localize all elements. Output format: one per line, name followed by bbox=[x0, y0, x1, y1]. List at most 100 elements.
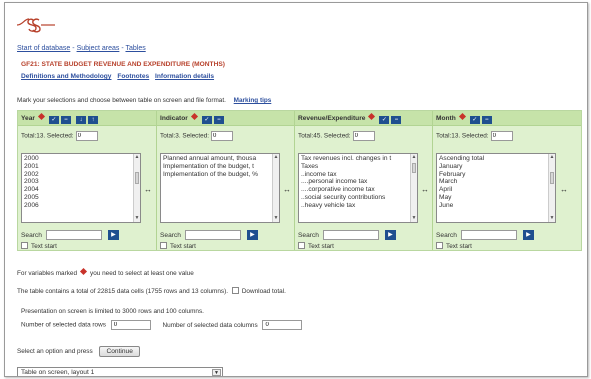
select-all-icon[interactable]: ✓ bbox=[469, 116, 480, 124]
list-item[interactable]: June bbox=[439, 202, 553, 210]
resize-arrows-icon[interactable]: ↔ bbox=[144, 185, 152, 194]
scrollbar[interactable]: ▲ ▼ bbox=[410, 154, 417, 222]
deselect-all-icon[interactable]: − bbox=[391, 116, 402, 124]
definitions-link[interactable]: Definitions and Methodology bbox=[21, 73, 111, 80]
text-start-checkbox[interactable] bbox=[298, 242, 305, 249]
list-item[interactable]: ....personal income tax bbox=[301, 178, 415, 186]
download-total-checkbox[interactable] bbox=[231, 287, 239, 294]
list-item[interactable]: ..heavy vehicle tax bbox=[301, 202, 415, 210]
text-start-label: Text start bbox=[308, 243, 334, 250]
scrollbar[interactable]: ▲ ▼ bbox=[272, 154, 279, 222]
instruction-text: Mark your selections and choose between … bbox=[17, 97, 226, 104]
text-start-checkbox[interactable] bbox=[160, 242, 167, 249]
search-go-icon[interactable]: ▶ bbox=[246, 230, 258, 240]
scroll-up-icon[interactable]: ▲ bbox=[549, 154, 555, 161]
text-start-option[interactable]: Text start bbox=[436, 242, 472, 250]
list-item[interactable]: 2004 bbox=[24, 186, 138, 194]
selection-count: Total:13. Selected: bbox=[436, 131, 513, 141]
scroll-up-icon[interactable]: ▲ bbox=[411, 154, 417, 161]
required-marker-icon bbox=[190, 112, 198, 121]
search-go-icon[interactable]: ▶ bbox=[384, 230, 396, 240]
resize-arrows-icon[interactable]: ↔ bbox=[560, 185, 568, 194]
list-item[interactable]: 2000 bbox=[24, 155, 138, 163]
sort-ascending-icon[interactable]: ↑ bbox=[87, 116, 98, 124]
search-go-icon[interactable]: ▶ bbox=[522, 230, 534, 240]
search-label: Search bbox=[21, 231, 42, 239]
marking-tips-link[interactable]: Marking tips bbox=[234, 97, 272, 104]
selected-count-field[interactable] bbox=[490, 131, 513, 141]
text-start-checkbox[interactable] bbox=[21, 242, 28, 249]
scrollbar[interactable]: ▲ ▼ bbox=[548, 154, 555, 222]
scrollbar[interactable]: ▲ ▼ bbox=[133, 154, 140, 222]
list-item[interactable]: 2001 bbox=[24, 163, 138, 171]
list-item[interactable]: Tax revenues incl. changes in t bbox=[301, 155, 415, 163]
deselect-all-icon[interactable]: − bbox=[60, 116, 71, 124]
selected-count-field[interactable] bbox=[211, 131, 234, 141]
select-all-icon[interactable]: ✓ bbox=[48, 116, 59, 124]
selected-rows-field[interactable] bbox=[110, 320, 151, 330]
breadcrumb-tables[interactable]: Tables bbox=[125, 45, 145, 52]
list-item[interactable]: Taxes bbox=[301, 163, 415, 171]
text-start-checkbox[interactable] bbox=[436, 242, 443, 249]
selected-columns-field[interactable] bbox=[262, 320, 303, 330]
output-format-select[interactable]: Table on screen, layout 1 ▼ bbox=[17, 367, 223, 376]
scroll-thumb[interactable] bbox=[550, 172, 554, 184]
text-start-option[interactable]: Text start bbox=[298, 242, 334, 250]
list-item[interactable]: Ascending total bbox=[439, 155, 553, 163]
breadcrumb-subject-areas[interactable]: Subject areas bbox=[77, 45, 120, 52]
search-input[interactable] bbox=[184, 230, 241, 240]
deselect-all-icon[interactable]: − bbox=[481, 116, 492, 124]
resize-arrows-icon[interactable]: ↔ bbox=[421, 185, 429, 194]
list-item[interactable]: January bbox=[439, 163, 553, 171]
scroll-thumb[interactable] bbox=[135, 172, 139, 184]
list-item[interactable]: Planned annual amount, thousa bbox=[163, 155, 277, 163]
scroll-thumb[interactable] bbox=[412, 163, 416, 173]
list-item[interactable]: May bbox=[439, 194, 553, 202]
information-details-link[interactable]: Information details bbox=[155, 73, 214, 80]
select-all-icon[interactable]: ✓ bbox=[201, 116, 212, 124]
list-item[interactable]: Implementation of the budget, t bbox=[163, 163, 277, 171]
deselect-all-icon[interactable]: − bbox=[213, 116, 224, 124]
list-item[interactable]: April bbox=[439, 186, 553, 194]
variable-name: Revenue/Expenditure bbox=[298, 115, 366, 122]
list-item[interactable]: ....corporative income tax bbox=[301, 186, 415, 194]
value-listbox[interactable]: Tax revenues incl. changes in t Taxes ..… bbox=[298, 153, 418, 223]
list-item[interactable]: February bbox=[439, 171, 553, 179]
chevron-down-icon[interactable]: ▼ bbox=[212, 369, 221, 376]
search-input[interactable] bbox=[322, 230, 379, 240]
scroll-up-icon[interactable]: ▲ bbox=[273, 154, 279, 161]
list-item[interactable]: 2006 bbox=[24, 202, 138, 210]
list-item[interactable]: 2005 bbox=[24, 194, 138, 202]
sort-descending-icon[interactable]: ↓ bbox=[75, 116, 86, 124]
list-item[interactable]: 2003 bbox=[24, 178, 138, 186]
selected-count-field[interactable] bbox=[352, 131, 375, 141]
text-start-option[interactable]: Text start bbox=[21, 242, 57, 250]
scroll-down-icon[interactable]: ▼ bbox=[411, 215, 417, 222]
list-item[interactable]: ..social security contributions bbox=[301, 194, 415, 202]
value-listbox[interactable]: 2000 2001 2002 2003 2004 2005 2006 ▲ ▼ bbox=[21, 153, 141, 223]
scroll-down-icon[interactable]: ▼ bbox=[134, 215, 140, 222]
scroll-up-icon[interactable]: ▲ bbox=[134, 154, 140, 161]
continue-button[interactable]: Continue bbox=[99, 346, 140, 357]
variable-name: Month bbox=[436, 115, 456, 122]
resize-arrows-icon[interactable]: ↔ bbox=[283, 185, 291, 194]
search-go-icon[interactable]: ▶ bbox=[107, 230, 119, 240]
search-input[interactable] bbox=[45, 230, 102, 240]
breadcrumb-start-of-database[interactable]: Start of database bbox=[17, 45, 70, 52]
selected-count-field[interactable] bbox=[75, 131, 98, 141]
list-item[interactable]: March bbox=[439, 178, 553, 186]
value-listbox[interactable]: Planned annual amount, thousa Implementa… bbox=[160, 153, 280, 223]
required-note: For variables marked you need to select a… bbox=[17, 267, 194, 277]
selection-count: Total:45. Selected: bbox=[298, 131, 375, 141]
list-item[interactable]: 2002 bbox=[24, 171, 138, 179]
scroll-down-icon[interactable]: ▼ bbox=[273, 215, 279, 222]
list-item[interactable]: ..income tax bbox=[301, 171, 415, 179]
text-start-option[interactable]: Text start bbox=[160, 242, 196, 250]
search-input[interactable] bbox=[460, 230, 517, 240]
value-listbox[interactable]: Ascending total January February March A… bbox=[436, 153, 556, 223]
footnotes-link[interactable]: Footnotes bbox=[117, 73, 149, 80]
list-item[interactable]: Implementation of the budget, % bbox=[163, 171, 277, 179]
scroll-down-icon[interactable]: ▼ bbox=[549, 215, 555, 222]
search-label: Search bbox=[436, 231, 457, 239]
select-all-icon[interactable]: ✓ bbox=[379, 116, 390, 124]
